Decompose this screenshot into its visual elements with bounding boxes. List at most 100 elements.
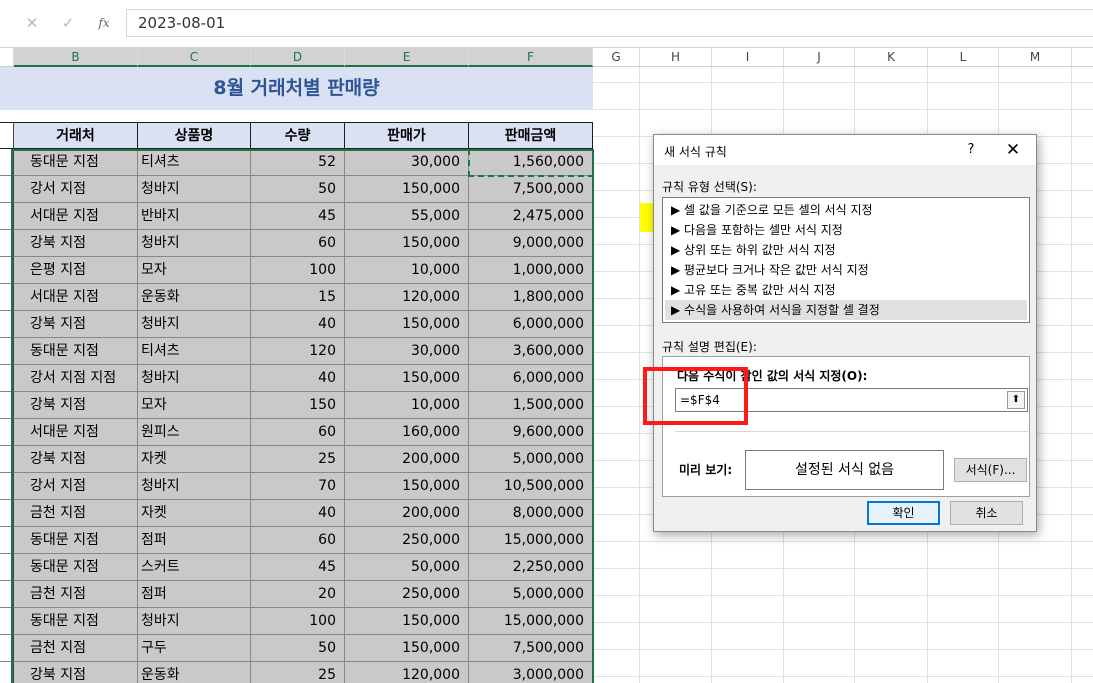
quantity-cell[interactable]: 45 bbox=[251, 554, 345, 581]
column-header-i[interactable]: I bbox=[712, 48, 784, 66]
amount-cell[interactable]: 1,000,000 bbox=[469, 257, 593, 284]
product-cell[interactable]: 청바지 bbox=[138, 176, 251, 203]
column-header-e[interactable]: E bbox=[345, 48, 469, 67]
price-cell[interactable]: 120,000 bbox=[345, 662, 469, 683]
quantity-cell[interactable]: 20 bbox=[251, 581, 345, 608]
client-cell[interactable]: 금천 지점 bbox=[14, 581, 138, 608]
client-cell[interactable]: 금천 지점 bbox=[14, 500, 138, 527]
product-cell[interactable]: 티셔츠 bbox=[138, 338, 251, 365]
product-cell[interactable]: 스커트 bbox=[138, 554, 251, 581]
price-cell[interactable]: 10,000 bbox=[345, 392, 469, 419]
quantity-cell[interactable]: 25 bbox=[251, 662, 345, 683]
client-cell[interactable]: 동대문 지점 bbox=[14, 527, 138, 554]
cell-a[interactable] bbox=[0, 365, 14, 392]
product-cell[interactable]: 청바지 bbox=[138, 365, 251, 392]
quantity-cell[interactable]: 52 bbox=[251, 149, 345, 176]
header-amount[interactable]: 판매금액 bbox=[469, 122, 593, 149]
amount-cell[interactable]: 10,500,000 bbox=[469, 473, 593, 500]
cell-a[interactable] bbox=[0, 527, 14, 554]
client-cell[interactable]: 강서 지점 bbox=[14, 176, 138, 203]
amount-cell[interactable]: 15,000,000 bbox=[469, 608, 593, 635]
header-quantity[interactable]: 수량 bbox=[251, 122, 345, 149]
price-cell[interactable]: 250,000 bbox=[345, 581, 469, 608]
header-client[interactable]: 거래처 bbox=[14, 122, 138, 149]
quantity-cell[interactable]: 60 bbox=[251, 419, 345, 446]
cell-a[interactable] bbox=[0, 203, 14, 230]
client-cell[interactable]: 강북 지점 bbox=[14, 662, 138, 683]
column-header-j[interactable]: J bbox=[784, 48, 855, 66]
price-cell[interactable]: 250,000 bbox=[345, 527, 469, 554]
header-cell-a[interactable] bbox=[0, 122, 14, 149]
rule-type-item[interactable]: ▶ 고유 또는 중복 값만 서식 지정 bbox=[665, 280, 1027, 300]
price-cell[interactable]: 150,000 bbox=[345, 608, 469, 635]
price-cell[interactable]: 30,000 bbox=[345, 149, 469, 176]
amount-cell[interactable]: 2,475,000 bbox=[469, 203, 593, 230]
client-cell[interactable]: 금천 지점 bbox=[14, 635, 138, 662]
price-cell[interactable]: 55,000 bbox=[345, 203, 469, 230]
amount-cell[interactable]: 2,250,000 bbox=[469, 554, 593, 581]
quantity-cell[interactable]: 50 bbox=[251, 176, 345, 203]
product-cell[interactable]: 청바지 bbox=[138, 230, 251, 257]
amount-cell[interactable]: 3,600,000 bbox=[469, 338, 593, 365]
product-cell[interactable]: 운동화 bbox=[138, 284, 251, 311]
product-cell[interactable]: 반바지 bbox=[138, 203, 251, 230]
quantity-cell[interactable]: 25 bbox=[251, 446, 345, 473]
close-icon[interactable]: ✕ bbox=[1000, 139, 1026, 161]
amount-cell[interactable]: 1,800,000 bbox=[469, 284, 593, 311]
help-icon[interactable]: ? bbox=[959, 139, 983, 161]
client-cell[interactable]: 강북 지점 bbox=[14, 230, 138, 257]
product-cell[interactable]: 구두 bbox=[138, 635, 251, 662]
price-cell[interactable]: 50,000 bbox=[345, 554, 469, 581]
price-cell[interactable]: 120,000 bbox=[345, 284, 469, 311]
price-cell[interactable]: 30,000 bbox=[345, 338, 469, 365]
client-cell[interactable]: 강서 지점 bbox=[14, 473, 138, 500]
header-price[interactable]: 판매가 bbox=[345, 122, 469, 149]
amount-cell[interactable]: 8,000,000 bbox=[469, 500, 593, 527]
amount-cell[interactable]: 7,500,000 bbox=[469, 176, 593, 203]
rule-type-item[interactable]: ▶ 평균보다 크거나 작은 값만 서식 지정 bbox=[665, 260, 1027, 280]
quantity-cell[interactable]: 15 bbox=[251, 284, 345, 311]
column-header-k[interactable]: K bbox=[855, 48, 928, 66]
amount-cell[interactable]: 3,000,000 bbox=[469, 662, 593, 683]
cell-a[interactable] bbox=[0, 608, 14, 635]
price-cell[interactable]: 150,000 bbox=[345, 473, 469, 500]
column-header-f[interactable]: F bbox=[469, 48, 593, 67]
cell-a[interactable] bbox=[0, 284, 14, 311]
amount-cell[interactable]: 6,000,000 bbox=[469, 365, 593, 392]
rule-type-item-selected[interactable]: ▶ 수식을 사용하여 서식을 지정할 셀 결정 bbox=[665, 300, 1027, 320]
column-header-h[interactable]: H bbox=[640, 48, 712, 66]
client-cell[interactable]: 동대문 지점 bbox=[14, 554, 138, 581]
price-cell[interactable]: 200,000 bbox=[345, 446, 469, 473]
product-cell[interactable]: 자켓 bbox=[138, 500, 251, 527]
quantity-cell[interactable]: 70 bbox=[251, 473, 345, 500]
price-cell[interactable]: 160,000 bbox=[345, 419, 469, 446]
product-cell[interactable]: 운동화 bbox=[138, 662, 251, 683]
cell-a[interactable] bbox=[0, 392, 14, 419]
client-cell[interactable]: 동대문 지점 bbox=[14, 149, 138, 176]
price-cell[interactable]: 150,000 bbox=[345, 230, 469, 257]
formula-field[interactable]: =$F$4 ⬆ bbox=[675, 388, 1028, 412]
price-cell[interactable]: 150,000 bbox=[345, 176, 469, 203]
price-cell[interactable]: 10,000 bbox=[345, 257, 469, 284]
check-icon[interactable]: ✓ bbox=[58, 13, 78, 33]
client-cell[interactable]: 은평 지점 bbox=[14, 257, 138, 284]
product-cell[interactable]: 티셔츠 bbox=[138, 149, 251, 176]
price-cell[interactable]: 150,000 bbox=[345, 635, 469, 662]
quantity-cell[interactable]: 120 bbox=[251, 338, 345, 365]
product-cell[interactable]: 청바지 bbox=[138, 473, 251, 500]
header-product[interactable]: 상품명 bbox=[138, 122, 251, 149]
cancel-button[interactable]: 취소 bbox=[950, 501, 1023, 525]
amount-cell[interactable]: 5,000,000 bbox=[469, 446, 593, 473]
amount-cell[interactable]: 5,000,000 bbox=[469, 581, 593, 608]
client-cell[interactable]: 강북 지점 bbox=[14, 392, 138, 419]
quantity-cell[interactable]: 40 bbox=[251, 500, 345, 527]
price-cell[interactable]: 150,000 bbox=[345, 365, 469, 392]
column-header-c[interactable]: C bbox=[138, 48, 251, 67]
rule-type-item[interactable]: ▶ 다음을 포함하는 셀만 서식 지정 bbox=[665, 220, 1027, 240]
cell-a[interactable] bbox=[0, 338, 14, 365]
cell-a[interactable] bbox=[0, 473, 14, 500]
cell-a[interactable] bbox=[0, 635, 14, 662]
client-cell[interactable]: 강서 지점 지점 bbox=[14, 365, 138, 392]
rule-type-item[interactable]: ▶ 상위 또는 하위 값만 서식 지정 bbox=[665, 240, 1027, 260]
format-button[interactable]: 서식(F)... bbox=[954, 458, 1027, 482]
